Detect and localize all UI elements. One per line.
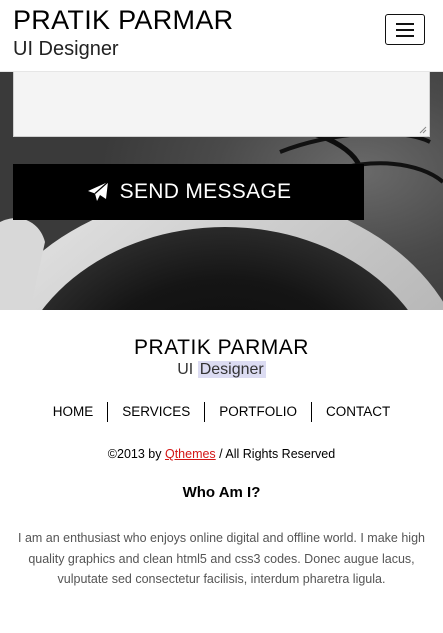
site-subtitle: UI Designer bbox=[13, 38, 119, 60]
footer-nav: HOME SERVICES PORTFOLIO CONTACT bbox=[0, 402, 443, 422]
site-title[interactable]: PRATIK PARMAR bbox=[13, 5, 233, 35]
nav-home[interactable]: HOME bbox=[39, 402, 109, 422]
send-message-button[interactable]: SEND MESSAGE bbox=[13, 164, 364, 220]
footer-title: PRATIK PARMAR bbox=[134, 336, 309, 359]
message-textarea[interactable] bbox=[13, 72, 430, 137]
nav-portfolio[interactable]: PORTFOLIO bbox=[205, 402, 313, 422]
resize-grip-icon[interactable] bbox=[419, 126, 427, 134]
copyright-line: ©2013 by Qthemes / All Rights Reserved bbox=[0, 447, 443, 461]
about-heading: Who Am I? bbox=[182, 484, 261, 501]
footer-subtitle: UI Designer bbox=[0, 361, 443, 379]
about-text: I am an enthusiast who enjoys online dig… bbox=[18, 531, 425, 586]
site-header: PRATIK PARMAR UI Designer bbox=[0, 0, 443, 72]
qthemes-link[interactable]: Qthemes bbox=[165, 447, 216, 461]
paper-plane-icon bbox=[87, 181, 109, 201]
nav-services[interactable]: SERVICES bbox=[108, 402, 206, 422]
footer-role-highlight: Designer bbox=[197, 361, 266, 378]
send-message-label: SEND MESSAGE bbox=[119, 180, 292, 203]
hamburger-menu-icon[interactable] bbox=[385, 14, 425, 45]
footer-role-prefix: UI bbox=[177, 361, 194, 378]
contact-section: SEND MESSAGE bbox=[0, 72, 443, 310]
nav-contact[interactable]: CONTACT bbox=[312, 402, 404, 422]
site-footer: PRATIK PARMAR UI Designer HOME SERVICES … bbox=[0, 310, 443, 633]
copyright-prefix: ©2013 by bbox=[107, 447, 165, 461]
copyright-suffix: / All Rights Reserved bbox=[215, 447, 336, 461]
